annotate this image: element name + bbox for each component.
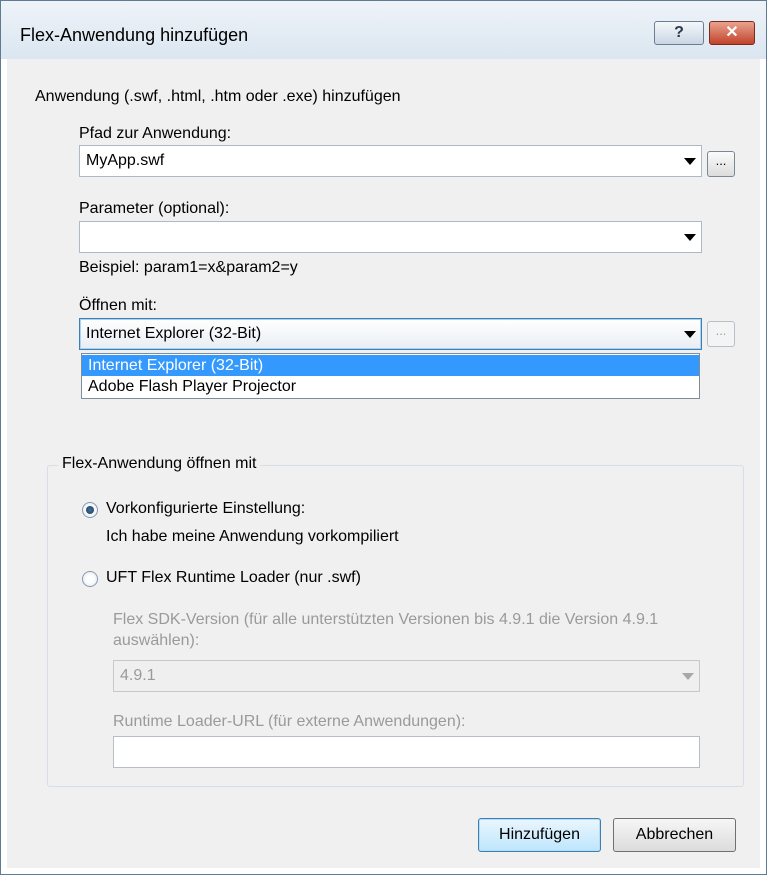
sdk-version-label-line1: Flex SDK-Version (für alle unterstützten… (113, 611, 659, 628)
sdk-version-value: 4.9.1 (120, 667, 156, 684)
loader-url-label: Runtime Loader-URL (für externe Anwendun… (113, 713, 466, 730)
path-value: MyApp.swf (86, 152, 165, 169)
dialog-window: Flex-Anwendung hinzufügen ? ✕ Anwendung … (0, 0, 767, 875)
radio-preconfigured-label[interactable]: Vorkonfigurierte Einstellung: (106, 500, 305, 518)
loader-url-field[interactable] (113, 736, 700, 768)
sdk-version-label-line2: auswählen): (113, 632, 200, 649)
chevron-down-icon[interactable] (682, 673, 694, 680)
path-label: Pfad zur Anwendung: (79, 125, 232, 142)
dialog-body: Anwendung (.swf, .html, .htm oder .exe) … (7, 59, 760, 868)
window-title: Flex-Anwendung hinzufügen (20, 25, 249, 45)
radio-runtime-loader[interactable] (82, 571, 98, 587)
chevron-down-icon[interactable] (684, 158, 696, 165)
dropdown-option-flash-projector[interactable]: Adobe Flash Player Projector (82, 376, 699, 397)
params-combo[interactable] (79, 221, 702, 253)
close-button[interactable]: ✕ (709, 21, 755, 45)
open-with-dropdown-list: Internet Explorer (32-Bit) Adobe Flash P… (81, 353, 700, 399)
params-label: Parameter (optional): (79, 200, 230, 217)
path-browse-button[interactable]: ... (707, 151, 735, 177)
open-with-combo[interactable]: Internet Explorer (32-Bit) (79, 318, 702, 350)
help-button[interactable]: ? (654, 21, 704, 45)
group-legend: Flex-Anwendung öffnen mit (58, 455, 261, 473)
title-bar[interactable]: Flex-Anwendung hinzufügen ? ✕ (1, 1, 766, 59)
open-with-label: Öffnen mit: (79, 297, 157, 314)
open-with-browse-button[interactable]: ... (707, 321, 735, 347)
chevron-down-icon[interactable] (684, 234, 696, 241)
add-button[interactable]: Hinzufügen (478, 818, 601, 852)
path-combo[interactable]: MyApp.swf (79, 145, 702, 177)
params-example: Beispiel: param1=x&param2=y (79, 259, 298, 276)
sdk-version-combo[interactable]: 4.9.1 (113, 660, 700, 692)
radio-preconfigured[interactable] (82, 502, 98, 518)
open-with-value: Internet Explorer (32-Bit) (86, 325, 262, 342)
cancel-button[interactable]: Abbrechen (613, 818, 736, 852)
dropdown-option-internet-explorer[interactable]: Internet Explorer (32-Bit) (82, 355, 699, 376)
section-heading: Anwendung (.swf, .html, .htm oder .exe) … (35, 88, 401, 105)
radio-runtime-loader-label[interactable]: UFT Flex Runtime Loader (nur .swf) (106, 569, 361, 587)
preconfigured-description: Ich habe meine Anwendung vorkompiliert (106, 528, 399, 545)
chevron-down-icon[interactable] (684, 331, 696, 338)
